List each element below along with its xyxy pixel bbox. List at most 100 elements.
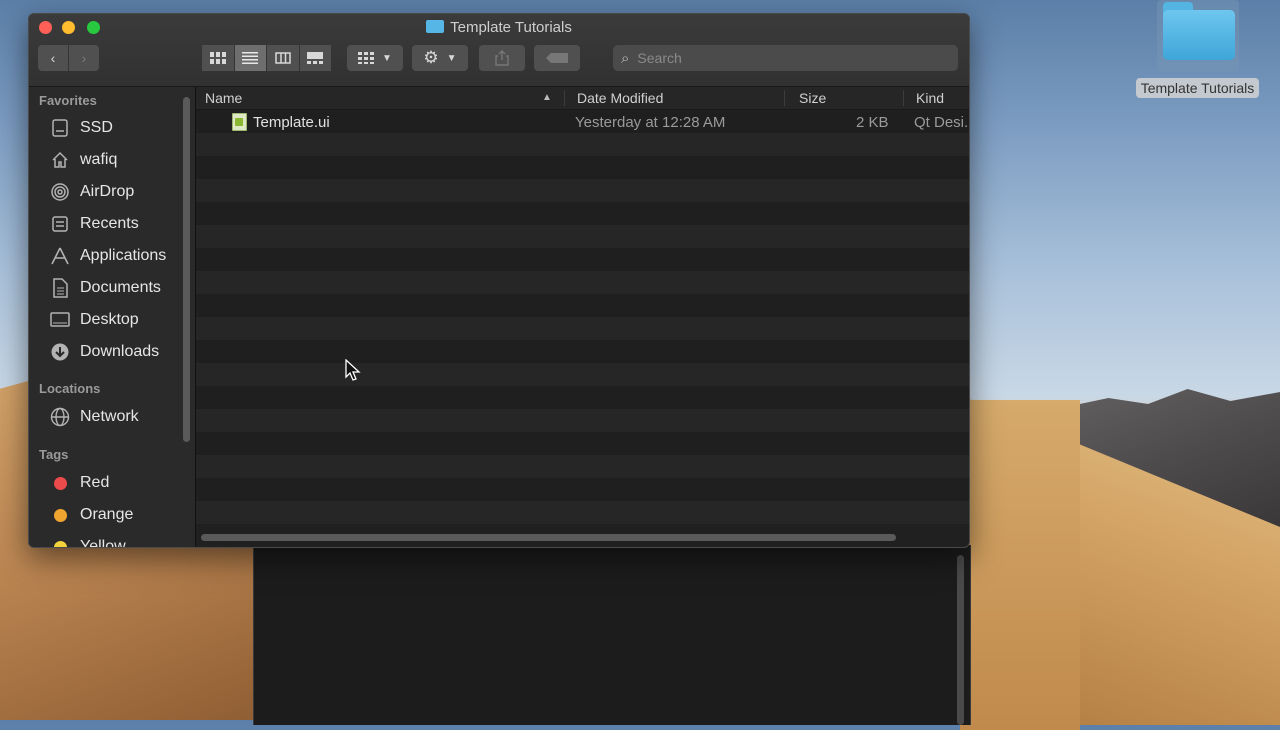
- column-header-size[interactable]: Size: [799, 90, 826, 106]
- file-list: Name ▲ Date Modified Size Kind Template.…: [196, 87, 969, 547]
- sidebar-item-desktop[interactable]: Desktop: [49, 308, 139, 332]
- desktop-dune-middle: [960, 400, 1080, 730]
- column-header: Name ▲ Date Modified Size Kind: [196, 87, 969, 110]
- chevron-down-icon: ▼: [382, 52, 392, 64]
- icon-view-button[interactable]: [202, 45, 234, 71]
- home-icon: [49, 150, 71, 170]
- column-view-button[interactable]: [267, 45, 299, 71]
- tag-icon: [546, 53, 568, 63]
- ui-file-icon: [232, 113, 247, 131]
- sidebar-item-ssd[interactable]: SSD: [49, 116, 113, 140]
- network-icon: [49, 407, 71, 427]
- edit-tags-button[interactable]: [534, 45, 580, 71]
- sidebar-item-label: SSD: [80, 119, 113, 136]
- downloads-icon: [49, 342, 71, 362]
- sidebar: Favorites SSD wafiq AirDrop Recents Appl…: [29, 87, 195, 547]
- back-button[interactable]: ‹: [38, 45, 68, 71]
- sidebar-item-label: Downloads: [80, 343, 160, 360]
- search-field[interactable]: ⌕: [613, 45, 958, 71]
- background-window: [253, 545, 971, 725]
- empty-row: [196, 133, 969, 156]
- empty-row: [196, 294, 969, 317]
- empty-row: [196, 501, 969, 524]
- column-header-kind[interactable]: Kind: [916, 90, 944, 106]
- sidebar-item-label: Applications: [80, 247, 167, 264]
- gallery-icon: [307, 52, 324, 64]
- list-view-button[interactable]: [234, 45, 266, 71]
- empty-row: [196, 202, 969, 225]
- sidebar-item-tag-red[interactable]: Red: [49, 471, 109, 495]
- file-size: 2 KB: [856, 114, 889, 131]
- sidebar-item-label: Network: [80, 408, 139, 425]
- forward-button[interactable]: ›: [69, 45, 99, 71]
- gear-icon: ⚙: [423, 48, 439, 67]
- file-kind: Qt Desi...: [914, 114, 969, 131]
- tag-dot-icon: [54, 476, 67, 490]
- file-date-modified: Yesterday at 12:28 AM: [575, 114, 726, 131]
- group-by-button[interactable]: ▼: [347, 45, 403, 71]
- sidebar-item-tag-yellow[interactable]: Yellow: [49, 535, 126, 548]
- sidebar-item-wafiq[interactable]: wafiq: [49, 148, 117, 172]
- sidebar-section-locations: Locations: [39, 381, 101, 396]
- empty-row: [196, 455, 969, 478]
- desktop-icon: [49, 310, 71, 330]
- sidebar-item-tag-orange[interactable]: Orange: [49, 503, 133, 527]
- recents-icon: [49, 214, 71, 234]
- sidebar-item-airdrop[interactable]: AirDrop: [49, 180, 134, 204]
- sidebar-item-applications[interactable]: Applications: [49, 244, 166, 268]
- empty-row: [196, 386, 969, 409]
- empty-row: [196, 317, 969, 340]
- gallery-view-button[interactable]: [299, 45, 331, 71]
- search-icon: ⌕: [621, 49, 630, 67]
- column-header-date-modified[interactable]: Date Modified: [577, 90, 663, 106]
- sort-ascending-icon: ▲: [542, 92, 552, 103]
- empty-row: [196, 271, 969, 294]
- chevron-down-icon: ▼: [446, 52, 457, 64]
- sidebar-item-label: Documents: [80, 279, 161, 296]
- empty-row: [196, 179, 969, 202]
- share-button[interactable]: [479, 45, 525, 71]
- column-header-name[interactable]: Name: [205, 90, 242, 106]
- file-rows: Template.ui Yesterday at 12:28 AM 2 KB Q…: [196, 110, 969, 530]
- applications-icon: [49, 246, 71, 266]
- sidebar-item-documents[interactable]: Documents: [49, 276, 161, 300]
- sidebar-item-label: Orange: [80, 506, 134, 523]
- drive-icon: [49, 118, 71, 138]
- sidebar-item-label: Red: [80, 474, 110, 491]
- sidebar-scrollbar[interactable]: [183, 97, 190, 442]
- sidebar-item-network[interactable]: Network: [49, 405, 139, 429]
- folder-icon: [1156, 0, 1239, 72]
- table-row[interactable]: Template.ui Yesterday at 12:28 AM 2 KB Q…: [196, 110, 969, 133]
- view-mode-segmented-control: [202, 45, 332, 71]
- empty-row: [196, 248, 969, 271]
- airdrop-icon: [49, 182, 71, 202]
- empty-row: [196, 478, 969, 501]
- share-icon: [495, 50, 509, 66]
- empty-row: [196, 156, 969, 179]
- search-input[interactable]: [635, 49, 958, 67]
- empty-row: [196, 225, 969, 248]
- desktop-folder-label: Template Tutorials: [1135, 78, 1260, 98]
- sidebar-section-tags: Tags: [39, 447, 69, 462]
- desktop-folder-template-tutorials[interactable]: Template Tutorials: [1125, 0, 1270, 98]
- empty-row: [196, 432, 969, 455]
- grid-icon: [358, 52, 375, 64]
- mouse-cursor-icon: [345, 359, 361, 381]
- sidebar-item-recents[interactable]: Recents: [49, 212, 139, 236]
- grid-icon: [209, 52, 226, 64]
- tag-dot-icon: [54, 508, 67, 522]
- sidebar-item-label: Yellow: [80, 538, 126, 548]
- action-menu-button[interactable]: ⚙ ▼: [412, 45, 468, 71]
- titlebar: Template Tutorials ‹ › ▼ ⚙ ▼ ⌕ Search: [29, 14, 969, 87]
- background-window-scrollbar[interactable]: [957, 555, 964, 725]
- window-title-text: Template Tutorials: [450, 19, 572, 36]
- sidebar-item-downloads[interactable]: Downloads: [49, 340, 159, 364]
- tag-dot-icon: [54, 540, 67, 547]
- horizontal-scrollbar[interactable]: [201, 534, 896, 541]
- documents-icon: [49, 278, 71, 298]
- chevron-left-icon: ‹: [50, 50, 56, 66]
- sidebar-item-label: AirDrop: [80, 183, 135, 200]
- chevron-right-icon: ›: [81, 50, 87, 66]
- window-title: Template Tutorials: [29, 19, 969, 36]
- empty-row: [196, 340, 969, 363]
